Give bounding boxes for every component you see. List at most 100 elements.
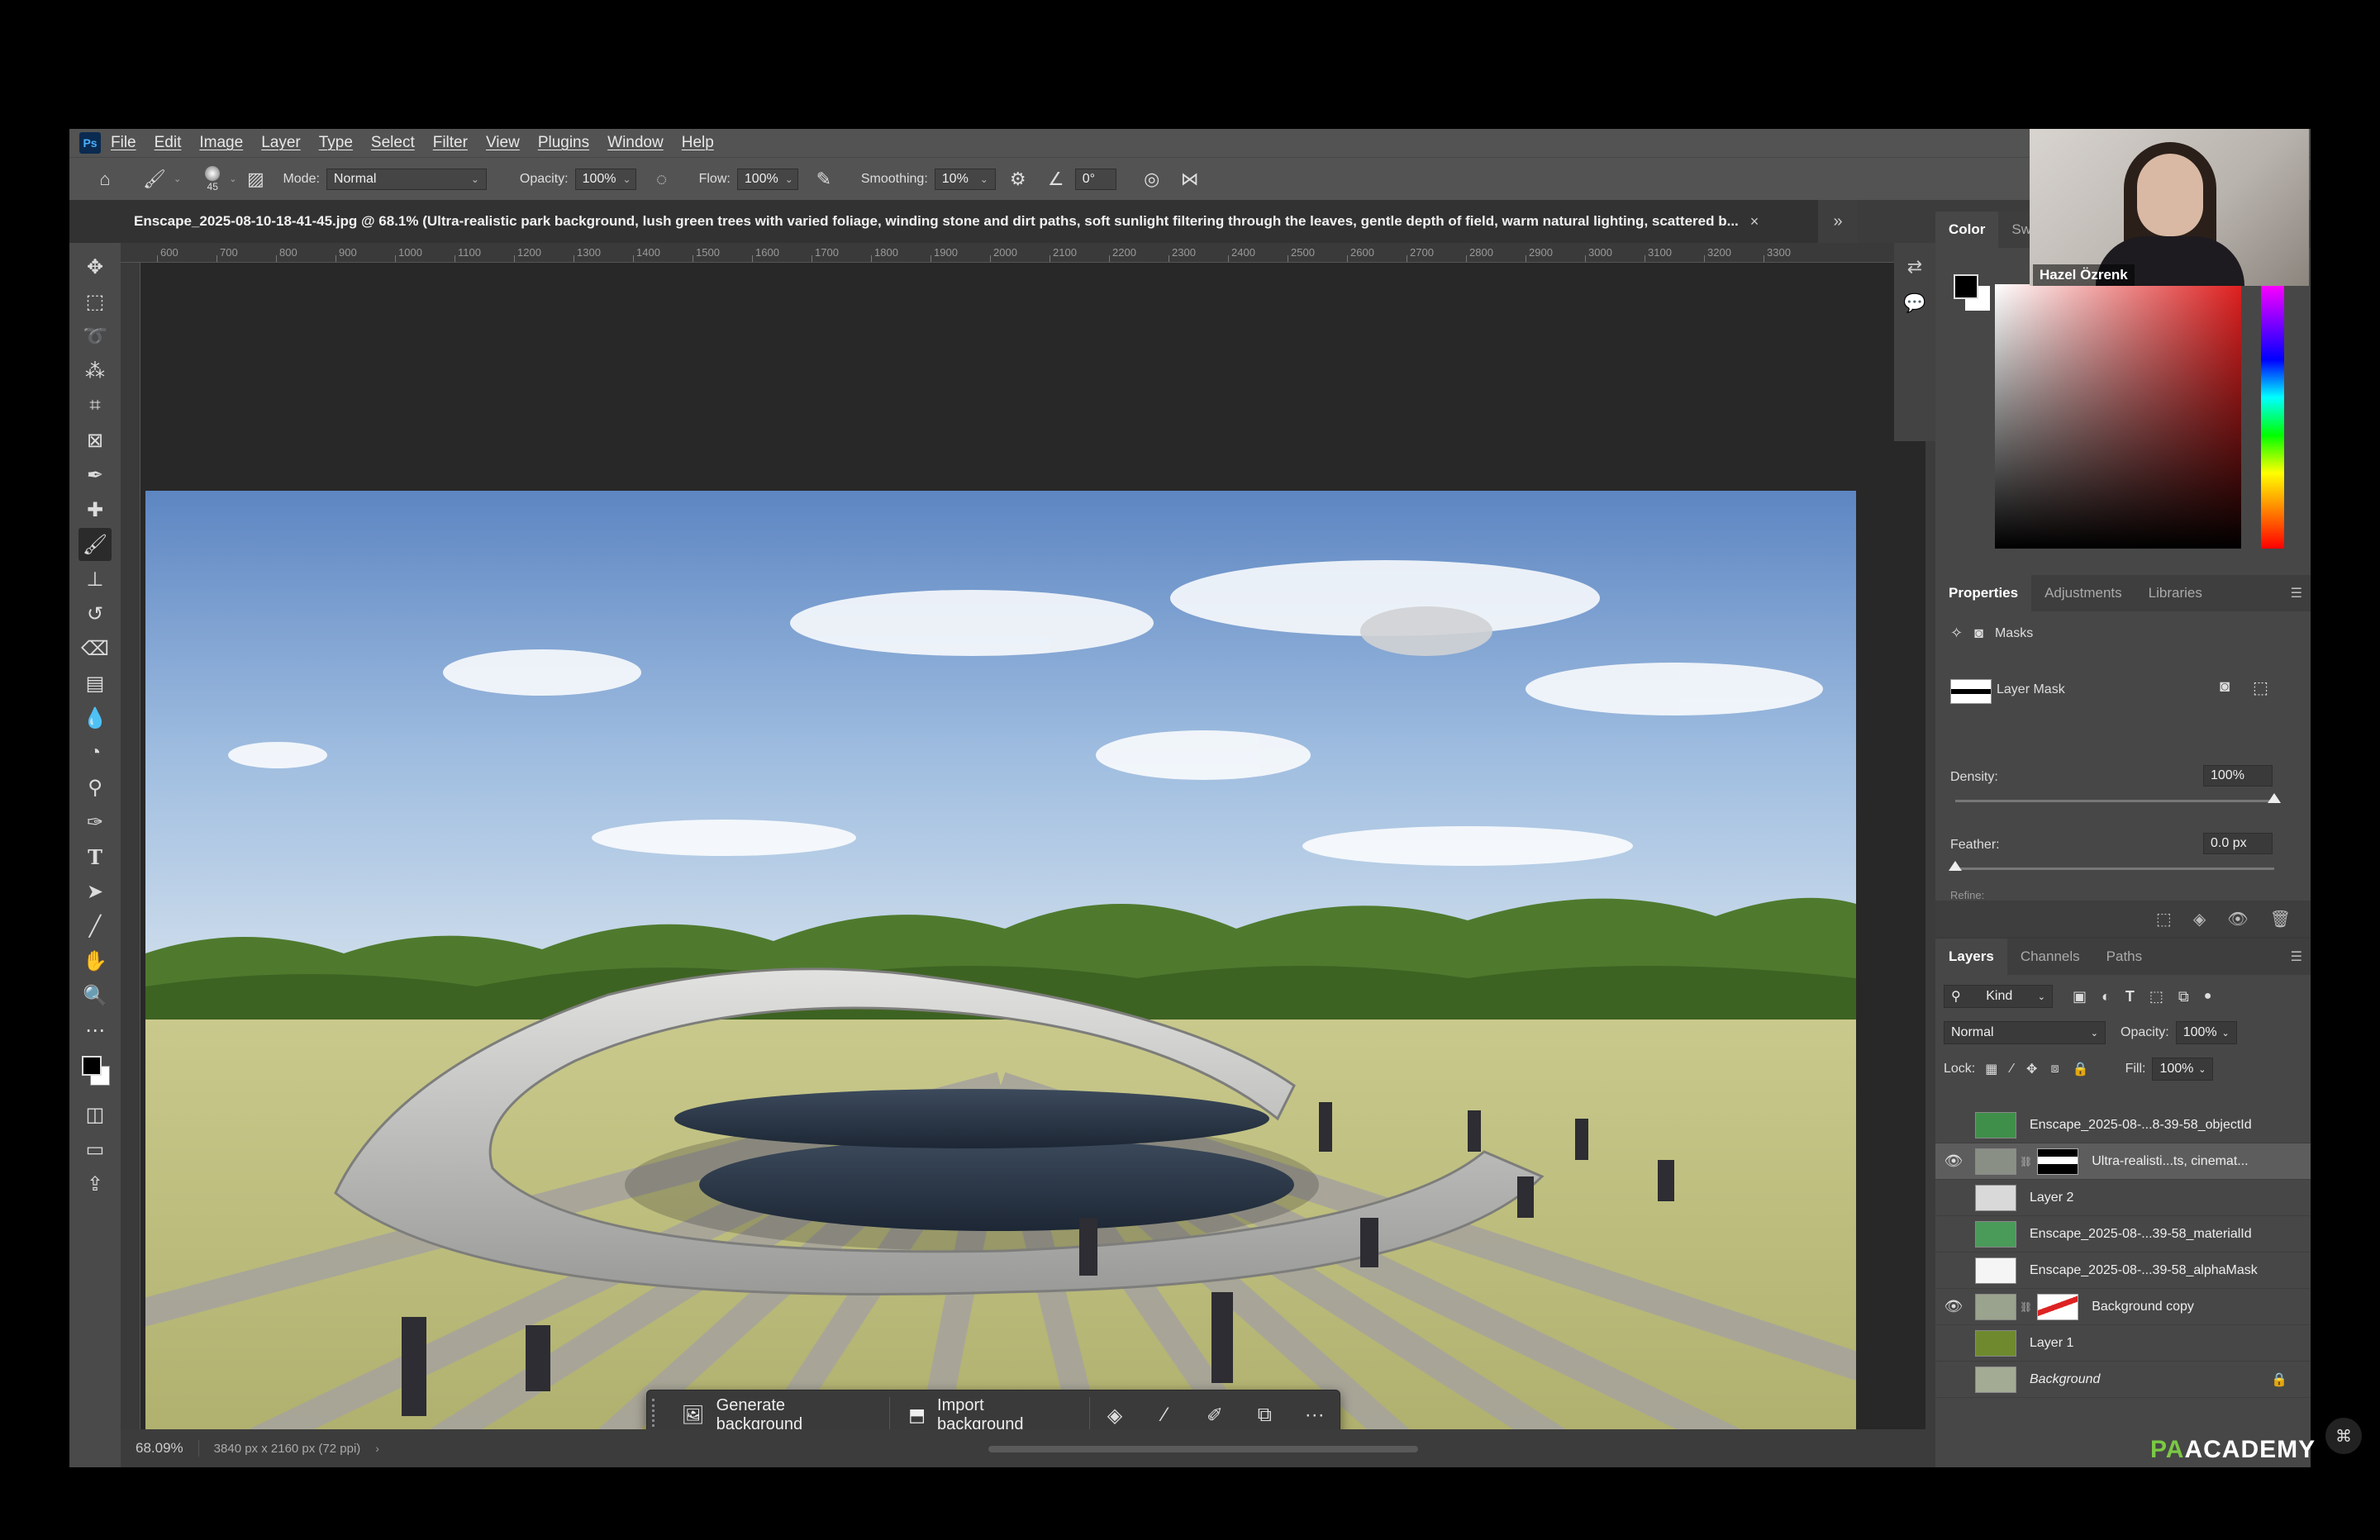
brush-chevron-icon[interactable]: ⌄ — [229, 173, 236, 184]
preset-chevron-icon[interactable]: ⌄ — [174, 173, 181, 184]
feather-slider[interactable] — [1955, 867, 2274, 870]
menu-image[interactable]: Image — [199, 134, 243, 152]
fill-icon[interactable]: ◈ — [1090, 1404, 1140, 1428]
layer-filter-select[interactable]: ⚲ Kind ⌄ — [1944, 985, 2053, 1008]
zoom-tool-icon[interactable]: 🔍 — [79, 979, 112, 1012]
marquee-tool-icon[interactable]: ⬚ — [79, 285, 112, 318]
density-slider-knob[interactable] — [2268, 793, 2281, 803]
tab-adjustments[interactable]: Adjustments — [2031, 575, 2135, 611]
status-chevron-icon[interactable]: › — [375, 1442, 379, 1455]
horizontal-scrollbar[interactable] — [988, 1446, 1418, 1452]
lock-artboard-icon[interactable]: ⧈ — [2050, 1062, 2059, 1077]
lock-transparent-icon[interactable]: ▦ — [1985, 1061, 1997, 1077]
brush-adjust-icon[interactable]: ⁄ — [1140, 1404, 1189, 1427]
menu-layer[interactable]: Layer — [261, 134, 301, 152]
crop-tool-icon[interactable]: ⌗ — [79, 389, 112, 422]
apply-mask-icon[interactable]: ◈ — [2193, 909, 2206, 929]
menu-view[interactable]: View — [486, 134, 520, 152]
type-tool-icon[interactable]: T — [79, 840, 112, 873]
magic-wand-tool-icon[interactable]: ⁂ — [79, 354, 112, 387]
pressure-opacity-icon[interactable]: ◌ — [648, 165, 676, 193]
layer-row[interactable]: Background 🔒 — [1935, 1362, 2311, 1398]
more-tools-icon[interactable]: ⋯ — [79, 1014, 112, 1047]
feather-field[interactable]: 0.0 px — [2203, 833, 2273, 854]
menu-filter[interactable]: Filter — [433, 134, 468, 152]
more-options-icon[interactable]: ··· — [1290, 1404, 1340, 1427]
tab-layers[interactable]: Layers — [1935, 939, 2007, 975]
tab-libraries[interactable]: Libraries — [2135, 575, 2216, 611]
brush-size-picker[interactable]: 45 — [196, 163, 229, 196]
layer-row[interactable]: Enscape_2025-08-...39-58_alphaMask — [1935, 1252, 2311, 1289]
dodge-tool-icon[interactable]: ◔ — [79, 736, 112, 769]
menu-help[interactable]: Help — [682, 134, 714, 152]
brush-settings-icon[interactable]: ▨ — [241, 165, 269, 193]
blend-mode-select[interactable]: Normal ⌄ — [1944, 1021, 2106, 1044]
layer-mask-thumbnail[interactable] — [2037, 1293, 2079, 1320]
layer-row[interactable]: 👁 ⛓ Ultra-realisti...ts, cinemat... — [1935, 1143, 2311, 1180]
color-swatches[interactable] — [79, 1054, 112, 1091]
layer-row[interactable]: Layer 1 — [1935, 1325, 2311, 1362]
history-brush-tool-icon[interactable]: ↺ — [79, 597, 112, 630]
delete-mask-icon[interactable]: 🗑 — [2270, 909, 2291, 929]
density-slider[interactable] — [1955, 800, 2274, 802]
blur-tool-icon[interactable]: 💧 — [79, 701, 112, 734]
airbrush-icon[interactable]: ✎ — [810, 165, 838, 193]
clone-stamp-tool-icon[interactable]: ⊥ — [79, 563, 112, 596]
panel-menu-icon[interactable]: ☰ — [2291, 585, 2302, 601]
add-vector-mask-icon[interactable]: ⬚ — [2253, 677, 2268, 698]
gear-icon[interactable]: ⚙ — [1004, 165, 1032, 193]
filter-shape-icon[interactable]: ⬚ — [2149, 988, 2163, 1005]
mask-brush-icon[interactable]: ✐ — [1190, 1404, 1240, 1428]
screen-mode-icon[interactable]: ▭ — [79, 1133, 112, 1166]
mask-link-icon[interactable]: ⛓ — [2020, 1301, 2032, 1313]
brush-tool-icon[interactable]: 🖌 — [79, 528, 112, 561]
zoom-level[interactable]: 68.09% — [121, 1440, 199, 1457]
filter-smart-object-icon[interactable]: ⧉ — [2178, 988, 2189, 1005]
drag-handle[interactable] — [652, 1399, 664, 1432]
transform-icon[interactable]: ⧉ — [1240, 1404, 1289, 1427]
menu-window[interactable]: Window — [607, 134, 664, 152]
filter-toggle-icon[interactable]: ● — [2204, 989, 2212, 1004]
layer-row[interactable]: Layer 2 — [1935, 1180, 2311, 1216]
filter-type-icon[interactable]: T — [2125, 988, 2135, 1005]
eyedropper-tool-icon[interactable]: ✒ — [79, 459, 112, 492]
frame-tool-icon[interactable]: ⊠ — [79, 424, 112, 457]
screen-capture-icon[interactable]: ⌘ — [2325, 1418, 2362, 1454]
mode-select[interactable]: Normal ⌄ — [326, 168, 487, 190]
menu-edit[interactable]: Edit — [155, 134, 182, 152]
panel-menu-icon[interactable]: ☰ — [2291, 948, 2302, 965]
layer-row[interactable]: Enscape_2025-08-...39-58_materialId — [1935, 1216, 2311, 1252]
tab-color[interactable]: Color — [1935, 212, 1999, 248]
lasso-tool-icon[interactable]: ➰ — [79, 320, 112, 353]
healing-brush-tool-icon[interactable]: ✚ — [79, 493, 112, 526]
move-tool-icon[interactable]: ✥ — [79, 250, 112, 283]
comments-panel-icon[interactable]: 💬 — [1901, 289, 1929, 317]
path-selection-tool-icon[interactable]: ➤ — [79, 875, 112, 908]
symmetry-icon[interactable]: ⋈ — [1176, 165, 1204, 193]
menu-file[interactable]: File — [111, 134, 136, 152]
eraser-tool-icon[interactable]: ⌫ — [79, 632, 112, 665]
layer-opacity-field[interactable]: 100% ⌄ — [2175, 1021, 2237, 1044]
visibility-eye-icon[interactable]: 👁 — [1935, 1153, 1972, 1170]
line-tool-icon[interactable]: ╱ — [79, 910, 112, 943]
smoothing-field[interactable]: 10% ⌄ — [934, 168, 996, 190]
load-selection-icon[interactable]: ⬚ — [2156, 909, 2172, 929]
brush-tool-preset-icon[interactable]: 🖌 — [140, 165, 169, 193]
foreground-color-swatch[interactable] — [1954, 274, 1978, 299]
flow-field[interactable]: 100% ⌄ — [736, 168, 798, 190]
lock-pixels-icon[interactable]: ⁄ — [2011, 1062, 2013, 1077]
menu-type[interactable]: Type — [319, 134, 353, 152]
hue-slider[interactable] — [2261, 284, 2284, 549]
menu-select[interactable]: Select — [371, 134, 415, 152]
mask-link-icon[interactable]: ⛓ — [2020, 1156, 2032, 1167]
import-background-button[interactable]: ⬒ Import background — [890, 1396, 1090, 1433]
filter-adjustment-icon[interactable]: ◐ — [2102, 988, 2111, 1005]
pen-tool-icon[interactable]: ✑ — [79, 806, 112, 839]
pressure-size-icon[interactable]: ◎ — [1138, 165, 1166, 193]
layer-row[interactable]: Enscape_2025-08-...8-39-58_objectId — [1935, 1107, 2311, 1143]
lock-position-icon[interactable]: ✥ — [2026, 1061, 2037, 1077]
angle-field[interactable]: 0° — [1074, 168, 1116, 190]
lock-all-icon[interactable]: 🔒 — [2073, 1061, 2089, 1077]
menu-plugins[interactable]: Plugins — [538, 134, 589, 152]
toggle-mask-icon[interactable]: 👁 — [2227, 909, 2248, 929]
